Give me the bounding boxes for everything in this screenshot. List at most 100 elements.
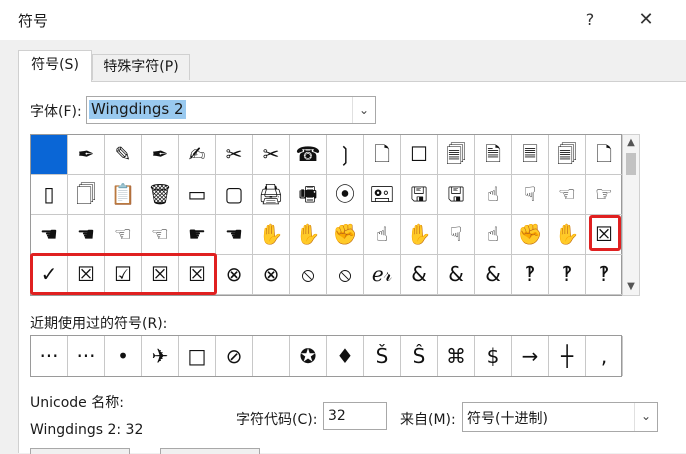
symbol-cell[interactable]: ✊ bbox=[512, 215, 549, 255]
symbol-cell[interactable]: 🖫 bbox=[401, 175, 438, 215]
unicode-name-value: Wingdings 2: 32 bbox=[30, 422, 144, 438]
recent-symbol-cell[interactable]: ♦ bbox=[327, 336, 364, 376]
recent-symbol-cell[interactable]: ⌘ bbox=[438, 336, 475, 376]
recent-symbol-cell[interactable]: ⊘ bbox=[216, 336, 253, 376]
symbol-cell[interactable]: 🖭 bbox=[364, 175, 401, 215]
symbol-cell[interactable]: ✋ bbox=[253, 215, 290, 255]
symbol-cell[interactable]: & bbox=[401, 255, 438, 295]
symbol-cell[interactable]: 🗋 bbox=[586, 135, 623, 175]
recent-symbol-cell[interactable]: • bbox=[105, 336, 142, 376]
symbol-cell[interactable]: ✓ bbox=[31, 255, 68, 295]
symbol-cell[interactable]: ▢ bbox=[216, 175, 253, 215]
symbol-cell[interactable]: & bbox=[475, 255, 512, 295]
symbol-cell[interactable]: ✂ bbox=[216, 135, 253, 175]
symbol-cell[interactable]: ✊ bbox=[327, 215, 364, 255]
recent-symbol-cell[interactable]: Ŝ bbox=[401, 336, 438, 376]
symbol-cell[interactable]: 🗏 bbox=[512, 135, 549, 175]
symbol-cell[interactable] bbox=[31, 135, 68, 175]
symbol-cell[interactable]: ✋ bbox=[290, 215, 327, 255]
autocorrect-button[interactable] bbox=[30, 448, 130, 454]
symbol-cell[interactable]: ☟ bbox=[438, 215, 475, 255]
symbol-cell[interactable]: ✒ bbox=[142, 135, 179, 175]
scroll-up-icon[interactable]: ▲ bbox=[623, 135, 639, 151]
symbol-cell[interactable]: ☐ bbox=[401, 135, 438, 175]
symbol-cell[interactable]: ☜ bbox=[105, 215, 142, 255]
symbol-cell[interactable]: ☒ bbox=[142, 255, 179, 295]
symbol-cell[interactable]: ☎ bbox=[290, 135, 327, 175]
symbol-cell[interactable]: ☞ bbox=[586, 175, 623, 215]
symbol-cell[interactable]: 📋 bbox=[105, 175, 142, 215]
help-button[interactable]: ? bbox=[574, 6, 606, 34]
recent-symbol-cell[interactable]: Š bbox=[364, 336, 401, 376]
symbol-cell[interactable]: ☚ bbox=[31, 215, 68, 255]
symbol-cell[interactable]: ☝ bbox=[364, 215, 401, 255]
symbol-cell[interactable]: ▯ bbox=[31, 175, 68, 215]
symbol-cell[interactable]: ✂ bbox=[253, 135, 290, 175]
recent-symbol-cell[interactable]: , bbox=[586, 336, 623, 376]
symbol-cell[interactable]: ✋ bbox=[401, 215, 438, 255]
symbol-cell[interactable]: 🖷 bbox=[290, 175, 327, 215]
symbol-cell[interactable]: ☝ bbox=[475, 215, 512, 255]
recent-symbol-cell[interactable] bbox=[253, 336, 290, 376]
recent-symbol-cell[interactable]: □ bbox=[179, 336, 216, 376]
from-label: 来自(M): bbox=[400, 412, 456, 428]
font-select[interactable]: Wingdings 2 ⌄ bbox=[86, 96, 376, 124]
symbol-cell[interactable]: ⦸ bbox=[290, 255, 327, 295]
char-code-input[interactable]: 32 bbox=[323, 402, 387, 430]
recent-symbol-cell[interactable]: ┼ bbox=[549, 336, 586, 376]
recent-symbol-cell[interactable]: ✈ bbox=[142, 336, 179, 376]
shortcut-key-button[interactable] bbox=[160, 448, 260, 454]
scroll-down-icon[interactable]: ▼ bbox=[623, 279, 639, 295]
from-select[interactable]: 符号(十进制) ⌄ bbox=[462, 402, 658, 432]
close-button[interactable]: ✕ bbox=[630, 6, 662, 34]
symbol-cell[interactable]: ☝ bbox=[475, 175, 512, 215]
symbol-cell[interactable]: ✎ bbox=[105, 135, 142, 175]
symbol-cell[interactable]: ❳ bbox=[327, 135, 364, 175]
symbol-grid-scrollbar[interactable]: ▲ ▼ bbox=[622, 134, 640, 296]
symbol-cell[interactable]: ▭ bbox=[179, 175, 216, 215]
symbol-cell[interactable]: ✒ bbox=[68, 135, 105, 175]
symbol-cell[interactable]: 🖨 bbox=[253, 175, 290, 215]
symbol-cell[interactable]: ‽ bbox=[549, 255, 586, 295]
scrollbar-thumb[interactable] bbox=[626, 153, 636, 175]
symbol-cell[interactable]: 🗐 bbox=[549, 135, 586, 175]
symbol-cell[interactable]: 🗋 bbox=[364, 135, 401, 175]
symbol-cell[interactable]: ⊗ bbox=[216, 255, 253, 295]
recent-symbol-cell[interactable]: → bbox=[512, 336, 549, 376]
symbol-cell[interactable]: 🗎 bbox=[475, 135, 512, 175]
tab-special-characters[interactable]: 特殊字符(P) bbox=[92, 54, 190, 80]
symbol-cell[interactable]: ⦿ bbox=[327, 175, 364, 215]
symbol-cell[interactable]: & bbox=[438, 255, 475, 295]
chevron-down-icon[interactable]: ⌄ bbox=[634, 403, 657, 431]
symbol-cell[interactable]: ☚ bbox=[216, 215, 253, 255]
symbol-cell[interactable]: ☒ bbox=[179, 255, 216, 295]
recent-symbol-cell[interactable]: ✪ bbox=[290, 336, 327, 376]
symbol-cell[interactable]: ☑ bbox=[105, 255, 142, 295]
recent-symbol-cell[interactable]: ··· bbox=[31, 336, 68, 376]
symbol-cell[interactable]: ℯ𝓇 bbox=[364, 255, 401, 295]
symbol-cell[interactable]: ☜ bbox=[549, 175, 586, 215]
symbol-cell[interactable]: 🗍 bbox=[68, 175, 105, 215]
recent-symbol-cell[interactable]: ··· bbox=[68, 336, 105, 376]
symbol-cell[interactable]: ☛ bbox=[179, 215, 216, 255]
symbol-cell[interactable]: ☟ bbox=[512, 175, 549, 215]
symbol-cell[interactable]: ‽ bbox=[586, 255, 623, 295]
symbol-cell[interactable]: 🗑 bbox=[142, 175, 179, 215]
symbol-cell[interactable]: ☒ bbox=[586, 215, 623, 255]
symbol-cell[interactable]: 🗐 bbox=[438, 135, 475, 175]
symbol-cell[interactable]: 🖫 bbox=[438, 175, 475, 215]
symbol-cell[interactable]: ✍ bbox=[179, 135, 216, 175]
recent-symbols-label: 近期使用过的符号(R): bbox=[30, 316, 168, 332]
symbol-cell[interactable]: ☚ bbox=[68, 215, 105, 255]
symbol-cell[interactable]: ☜ bbox=[142, 215, 179, 255]
symbol-cell[interactable]: ✋ bbox=[549, 215, 586, 255]
recent-symbol-cell[interactable]: $ bbox=[475, 336, 512, 376]
symbol-cell[interactable]: ☒ bbox=[68, 255, 105, 295]
chevron-down-icon[interactable]: ⌄ bbox=[352, 97, 375, 123]
symbol-cell[interactable]: ⊗ bbox=[253, 255, 290, 295]
symbol-cell[interactable]: ‽ bbox=[512, 255, 549, 295]
title-bar: 符号 ? ✕ bbox=[0, 0, 686, 40]
symbol-cell[interactable]: ⦸ bbox=[327, 255, 364, 295]
tab-symbols[interactable]: 符号(S) bbox=[18, 50, 92, 82]
recent-symbols-strip: ··· ··· • ✈ □ ⊘ ✪ ♦ Š Ŝ ⌘ $ → ┼, bbox=[30, 335, 623, 377]
